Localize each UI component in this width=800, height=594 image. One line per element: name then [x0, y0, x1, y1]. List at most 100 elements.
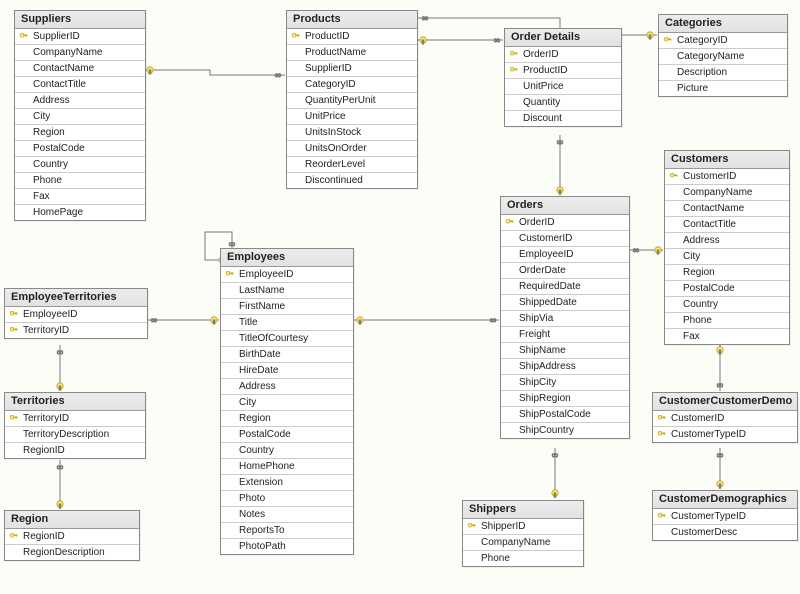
column-row[interactable]: CategoryName — [659, 49, 787, 65]
column-row[interactable]: FirstName — [221, 299, 353, 315]
column-row[interactable]: ShipName — [501, 343, 629, 359]
column-row[interactable]: SupplierID — [287, 61, 417, 77]
column-row[interactable]: Region — [221, 411, 353, 427]
column-row[interactable]: ShipRegion — [501, 391, 629, 407]
entity-title[interactable]: Orders — [501, 197, 629, 215]
column-row[interactable]: Title — [221, 315, 353, 331]
column-row[interactable]: EmployeeID — [501, 247, 629, 263]
column-row[interactable]: RegionDescription — [5, 545, 139, 560]
column-row[interactable]: LastName — [221, 283, 353, 299]
column-row[interactable]: CustomerID — [501, 231, 629, 247]
column-row[interactable]: TerritoryID — [5, 411, 145, 427]
column-row[interactable]: EmployeeID — [221, 267, 353, 283]
column-row[interactable]: HomePage — [15, 205, 145, 220]
column-row[interactable]: RegionID — [5, 529, 139, 545]
column-row[interactable]: UnitsInStock — [287, 125, 417, 141]
column-row[interactable]: ContactTitle — [665, 217, 789, 233]
column-row[interactable]: Fax — [15, 189, 145, 205]
entity-territories[interactable]: TerritoriesTerritoryIDTerritoryDescripti… — [4, 392, 146, 459]
column-row[interactable]: BirthDate — [221, 347, 353, 363]
column-row[interactable]: ContactTitle — [15, 77, 145, 93]
entity-title[interactable]: Products — [287, 11, 417, 29]
column-row[interactable]: ShipAddress — [501, 359, 629, 375]
column-row[interactable]: PostalCode — [15, 141, 145, 157]
entity-title[interactable]: Order Details — [505, 29, 621, 47]
column-row[interactable]: CategoryID — [659, 33, 787, 49]
entity-employee_territories[interactable]: EmployeeTerritoriesEmployeeIDTerritoryID — [4, 288, 148, 339]
column-row[interactable]: CompanyName — [15, 45, 145, 61]
column-row[interactable]: City — [665, 249, 789, 265]
column-row[interactable]: Address — [665, 233, 789, 249]
column-row[interactable]: RequiredDate — [501, 279, 629, 295]
column-row[interactable]: CustomerTypeID — [653, 427, 797, 442]
column-row[interactable]: ShipperID — [463, 519, 583, 535]
column-row[interactable]: CustomerID — [665, 169, 789, 185]
entity-title[interactable]: Region — [5, 511, 139, 529]
column-row[interactable]: CategoryID — [287, 77, 417, 93]
column-row[interactable]: QuantityPerUnit — [287, 93, 417, 109]
column-row[interactable]: CustomerTypeID — [653, 509, 797, 525]
column-row[interactable]: RegionID — [5, 443, 145, 458]
entity-customer_demographics[interactable]: CustomerDemographicsCustomerTypeIDCustom… — [652, 490, 798, 541]
column-row[interactable]: Country — [221, 443, 353, 459]
column-row[interactable]: Region — [15, 125, 145, 141]
column-row[interactable]: CompanyName — [665, 185, 789, 201]
entity-title[interactable]: CustomerCustomerDemo — [653, 393, 797, 411]
column-row[interactable]: ContactName — [665, 201, 789, 217]
column-row[interactable]: UnitPrice — [505, 79, 621, 95]
entity-suppliers[interactable]: SuppliersSupplierIDCompanyNameContactNam… — [14, 10, 146, 221]
column-row[interactable]: Address — [221, 379, 353, 395]
column-row[interactable]: ProductID — [505, 63, 621, 79]
column-row[interactable]: ReportsTo — [221, 523, 353, 539]
column-row[interactable]: HireDate — [221, 363, 353, 379]
entity-customer_customer_demo[interactable]: CustomerCustomerDemoCustomerIDCustomerTy… — [652, 392, 798, 443]
column-row[interactable]: CustomerDesc — [653, 525, 797, 540]
column-row[interactable]: Address — [15, 93, 145, 109]
entity-title[interactable]: EmployeeTerritories — [5, 289, 147, 307]
column-row[interactable]: Photo — [221, 491, 353, 507]
column-row[interactable]: ProductID — [287, 29, 417, 45]
entity-title[interactable]: Territories — [5, 393, 145, 411]
entity-title[interactable]: Customers — [665, 151, 789, 169]
column-row[interactable]: SupplierID — [15, 29, 145, 45]
entity-title[interactable]: Shippers — [463, 501, 583, 519]
column-row[interactable]: ProductName — [287, 45, 417, 61]
column-row[interactable]: Country — [15, 157, 145, 173]
column-row[interactable]: ReorderLevel — [287, 157, 417, 173]
entity-title[interactable]: Categories — [659, 15, 787, 33]
column-row[interactable]: OrderID — [501, 215, 629, 231]
column-row[interactable]: TerritoryID — [5, 323, 147, 338]
column-row[interactable]: TitleOfCourtesy — [221, 331, 353, 347]
entity-categories[interactable]: CategoriesCategoryIDCategoryNameDescript… — [658, 14, 788, 97]
column-row[interactable]: Notes — [221, 507, 353, 523]
column-row[interactable]: PostalCode — [221, 427, 353, 443]
entity-title[interactable]: Suppliers — [15, 11, 145, 29]
column-row[interactable]: ShipVia — [501, 311, 629, 327]
column-row[interactable]: Phone — [15, 173, 145, 189]
column-row[interactable]: TerritoryDescription — [5, 427, 145, 443]
column-row[interactable]: Quantity — [505, 95, 621, 111]
column-row[interactable]: UnitPrice — [287, 109, 417, 125]
column-row[interactable]: PhotoPath — [221, 539, 353, 554]
column-row[interactable]: Freight — [501, 327, 629, 343]
entity-shippers[interactable]: ShippersShipperIDCompanyNamePhone — [462, 500, 584, 567]
entity-title[interactable]: CustomerDemographics — [653, 491, 797, 509]
column-row[interactable]: City — [221, 395, 353, 411]
column-row[interactable]: HomePhone — [221, 459, 353, 475]
column-row[interactable]: OrderID — [505, 47, 621, 63]
entity-orders[interactable]: OrdersOrderIDCustomerIDEmployeeIDOrderDa… — [500, 196, 630, 439]
column-row[interactable]: ShipPostalCode — [501, 407, 629, 423]
column-row[interactable]: ShipCity — [501, 375, 629, 391]
entity-region[interactable]: RegionRegionIDRegionDescription — [4, 510, 140, 561]
column-row[interactable]: OrderDate — [501, 263, 629, 279]
column-row[interactable]: Extension — [221, 475, 353, 491]
entity-title[interactable]: Employees — [221, 249, 353, 267]
column-row[interactable]: EmployeeID — [5, 307, 147, 323]
entity-products[interactable]: ProductsProductIDProductNameSupplierIDCa… — [286, 10, 418, 189]
column-row[interactable]: CustomerID — [653, 411, 797, 427]
entity-customers[interactable]: CustomersCustomerIDCompanyNameContactNam… — [664, 150, 790, 345]
column-row[interactable]: ShippedDate — [501, 295, 629, 311]
column-row[interactable]: Picture — [659, 81, 787, 96]
entity-order_details[interactable]: Order DetailsOrderIDProductIDUnitPriceQu… — [504, 28, 622, 127]
column-row[interactable]: Fax — [665, 329, 789, 344]
